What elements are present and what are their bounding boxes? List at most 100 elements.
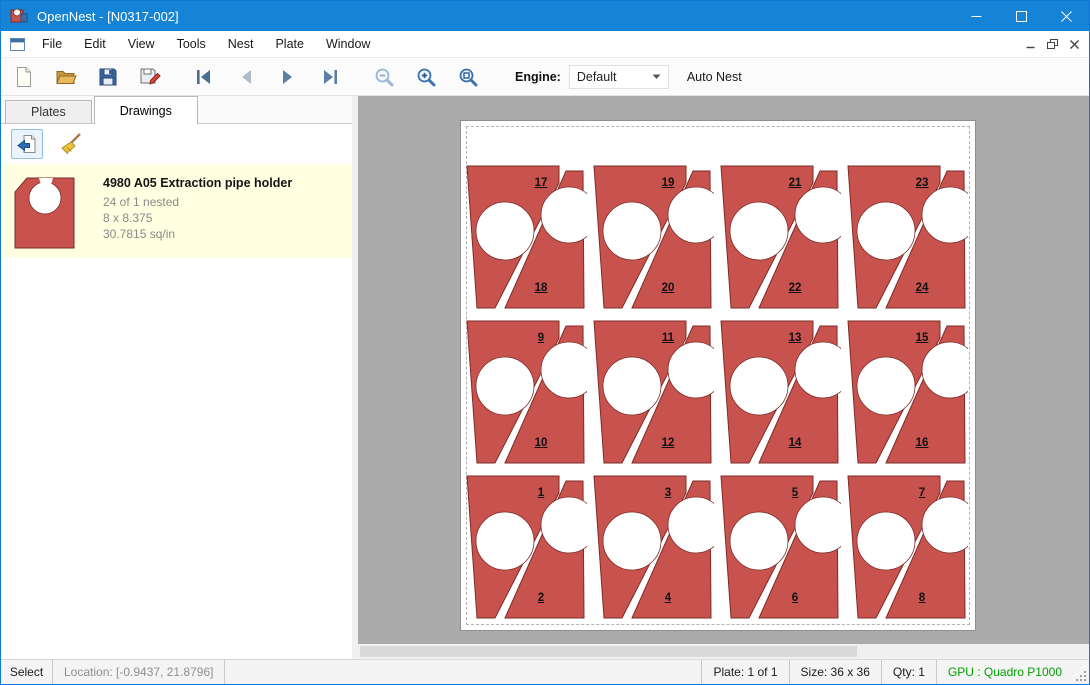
menu-file[interactable]: File xyxy=(31,31,73,57)
nested-pair[interactable]: 1718 xyxy=(465,163,587,311)
clean-button[interactable] xyxy=(55,129,87,159)
next-plate-button[interactable] xyxy=(273,62,303,92)
engine-select[interactable]: Default xyxy=(569,65,669,89)
auto-nest-label[interactable]: Auto Nest xyxy=(687,70,742,84)
app-logo-icon xyxy=(10,8,28,24)
nested-pair[interactable]: 21 22 xyxy=(719,163,841,311)
nested-pair[interactable]: 34 xyxy=(592,473,714,621)
close-button[interactable] xyxy=(1044,1,1089,31)
resize-grip-icon xyxy=(1075,670,1087,682)
chevron-down-icon xyxy=(652,74,661,80)
go-previous-icon xyxy=(235,66,257,88)
nested-pair[interactable]: 1516 xyxy=(846,318,968,466)
zoom-fit-button[interactable] xyxy=(453,62,483,92)
first-plate-button[interactable] xyxy=(189,62,219,92)
part-number-bottom: 24 xyxy=(906,282,938,294)
save-as-button[interactable] xyxy=(135,62,165,92)
close-icon xyxy=(1061,11,1072,22)
part-number-top: 21 xyxy=(779,177,811,189)
nested-pair[interactable]: 56 xyxy=(719,473,841,621)
resize-grip[interactable] xyxy=(1073,660,1089,684)
mdi-child-icon xyxy=(10,38,25,51)
mdi-close-icon xyxy=(1070,40,1079,49)
window-title: OpenNest - [N0317-002] xyxy=(37,9,954,24)
zoom-in-button[interactable] xyxy=(411,62,441,92)
nested-pair[interactable]: 78 xyxy=(846,473,968,621)
part-number-bottom: 2 xyxy=(525,592,557,604)
drawing-list-item[interactable]: 4980 A05 Extraction pipe holder 24 of 1 … xyxy=(1,164,352,258)
mdi-child-icon xyxy=(10,38,25,51)
broom-icon xyxy=(58,131,84,157)
status-gpu: GPU : Quadro P1000 xyxy=(936,660,1073,684)
open-button[interactable] xyxy=(51,62,81,92)
part-number-top: 17 xyxy=(525,177,557,189)
menu-view[interactable]: View xyxy=(117,31,166,57)
part-number-bottom: 14 xyxy=(779,437,811,449)
last-plate-button[interactable] xyxy=(315,62,345,92)
drawing-info: 4980 A05 Extraction pipe holder 24 of 1 … xyxy=(103,172,292,242)
part-number-top: 9 xyxy=(525,332,557,344)
plate: 171819202122232491011121314151612345678 xyxy=(460,120,976,631)
part-number-bottom: 18 xyxy=(525,282,557,294)
part-number-bottom: 8 xyxy=(906,592,938,604)
statusbar: Select Location: [-0.9437, 21.8796] Plat… xyxy=(1,659,1089,684)
mdi-minimize-button[interactable] xyxy=(1019,34,1041,54)
part-number-top: 3 xyxy=(652,487,684,499)
menu-window[interactable]: Window xyxy=(315,31,381,57)
menu-tools[interactable]: Tools xyxy=(166,31,217,57)
drawing-title: 4980 A05 Extraction pipe holder xyxy=(103,176,292,190)
save-icon xyxy=(96,65,120,89)
mdi-restore-button[interactable] xyxy=(1041,34,1063,54)
scrollbar-thumb[interactable] xyxy=(360,646,857,657)
status-mode: Select xyxy=(1,660,53,684)
part-thumbnail-graphic xyxy=(13,176,77,250)
drawing-nested-count: 24 of 1 nested xyxy=(103,194,292,210)
nested-pair[interactable]: 1920 xyxy=(592,163,714,311)
nest-canvas[interactable]: 171819202122232491011121314151612345678 xyxy=(358,96,1089,659)
status-location: Location: [-0.9437, 21.8796] xyxy=(53,660,225,684)
menu-items: FileEditViewToolsNestPlateWindow xyxy=(31,31,1019,57)
part-number-bottom: 22 xyxy=(779,282,811,294)
sidebar-toolbar xyxy=(1,124,352,164)
mdi-close-button[interactable] xyxy=(1063,34,1085,54)
part-number-bottom: 10 xyxy=(525,437,557,449)
part-number-top: 15 xyxy=(906,332,938,344)
part-number-top: 7 xyxy=(906,487,938,499)
nested-pair[interactable]: 2324 xyxy=(846,163,968,311)
nested-pair[interactable]: 12 xyxy=(465,473,587,621)
new-document-icon xyxy=(12,65,36,89)
part-number-bottom: 16 xyxy=(906,437,938,449)
part-number-top: 13 xyxy=(779,332,811,344)
maximize-button[interactable] xyxy=(999,1,1044,31)
nested-pair[interactable]: 13 14 xyxy=(719,318,841,466)
maximize-icon xyxy=(1016,11,1027,22)
zoom-fit-icon xyxy=(457,66,479,88)
drawing-area: 30.7815 sq/in xyxy=(103,226,292,242)
horizontal-scrollbar[interactable] xyxy=(358,644,1089,659)
minimize-button[interactable] xyxy=(954,1,999,31)
zoom-in-icon xyxy=(415,66,437,88)
zoom-out-icon xyxy=(373,66,395,88)
nested-pair[interactable]: 9 10 xyxy=(465,318,587,466)
part-number-bottom: 6 xyxy=(779,592,811,604)
part-number-bottom: 20 xyxy=(652,282,684,294)
app-logo-icon xyxy=(10,8,28,24)
go-last-icon xyxy=(319,66,341,88)
menu-plate[interactable]: Plate xyxy=(264,31,315,57)
menu-nest[interactable]: Nest xyxy=(217,31,265,57)
nested-pair[interactable]: 1112 xyxy=(592,318,714,466)
menu-edit[interactable]: Edit xyxy=(73,31,117,57)
part-number-top: 1 xyxy=(525,487,557,499)
minimize-icon xyxy=(971,11,982,22)
previous-plate-button[interactable] xyxy=(231,62,261,92)
tab-plates[interactable]: Plates xyxy=(5,100,92,123)
drawing-size: 8 x 8.375 xyxy=(103,210,292,226)
import-part-button[interactable] xyxy=(11,129,43,159)
tab-drawings[interactable]: Drawings xyxy=(94,96,198,124)
engine-value: Default xyxy=(577,70,617,84)
zoom-out-button[interactable] xyxy=(369,62,399,92)
status-size: Size: 36 x 36 xyxy=(789,660,881,684)
new-button[interactable] xyxy=(9,62,39,92)
save-button[interactable] xyxy=(93,62,123,92)
mdi-controls xyxy=(1019,34,1085,54)
